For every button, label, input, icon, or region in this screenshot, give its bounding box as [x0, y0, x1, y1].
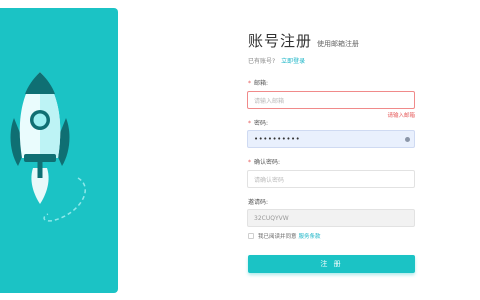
- required-mark: *: [248, 120, 251, 127]
- terms-link[interactable]: 服务条款: [299, 232, 321, 240]
- page-title: 账号注册: [248, 32, 313, 50]
- agree-text: 我已阅读并同意: [258, 234, 297, 240]
- rocket-illustration: [10, 72, 86, 222]
- required-mark: *: [248, 159, 251, 166]
- confirm-password-field[interactable]: 请确认密码: [247, 170, 415, 188]
- title-row: 账号注册 使用邮箱注册: [248, 30, 359, 51]
- page-subtitle: 使用邮箱注册: [317, 40, 360, 48]
- invite-code-value: 32CUQYVW: [254, 214, 289, 222]
- login-prompt-text: 已有账号?: [248, 58, 276, 65]
- password-field[interactable]: ••••••••••: [247, 130, 415, 148]
- email-field[interactable]: 请输入邮箱: [247, 91, 415, 109]
- hero-illustration-panel: [0, 8, 118, 293]
- login-link[interactable]: 立即登录: [281, 58, 305, 65]
- email-placeholder: 请输入邮箱: [254, 97, 285, 105]
- agree-checkbox[interactable]: [248, 233, 254, 239]
- register-button[interactable]: 注 册: [248, 255, 415, 273]
- eye-icon[interactable]: [405, 137, 410, 142]
- password-value: ••••••••••: [254, 135, 301, 143]
- password-label: * 密码:: [248, 120, 269, 127]
- login-prompt: 已有账号? 立即登录: [248, 56, 305, 65]
- confirm-password-label: * 确认密码:: [248, 159, 281, 166]
- invite-code-field: 32CUQYVW: [247, 209, 415, 227]
- required-mark: *: [248, 80, 251, 87]
- confirm-password-placeholder: 请确认密码: [254, 176, 285, 184]
- agree-terms-row: 我已阅读并同意 服务条款: [248, 232, 321, 240]
- email-label: * 邮箱:: [248, 80, 269, 87]
- email-error-message: 请输入邮箱: [387, 113, 415, 119]
- invite-code-label: 邀请码:: [248, 199, 269, 206]
